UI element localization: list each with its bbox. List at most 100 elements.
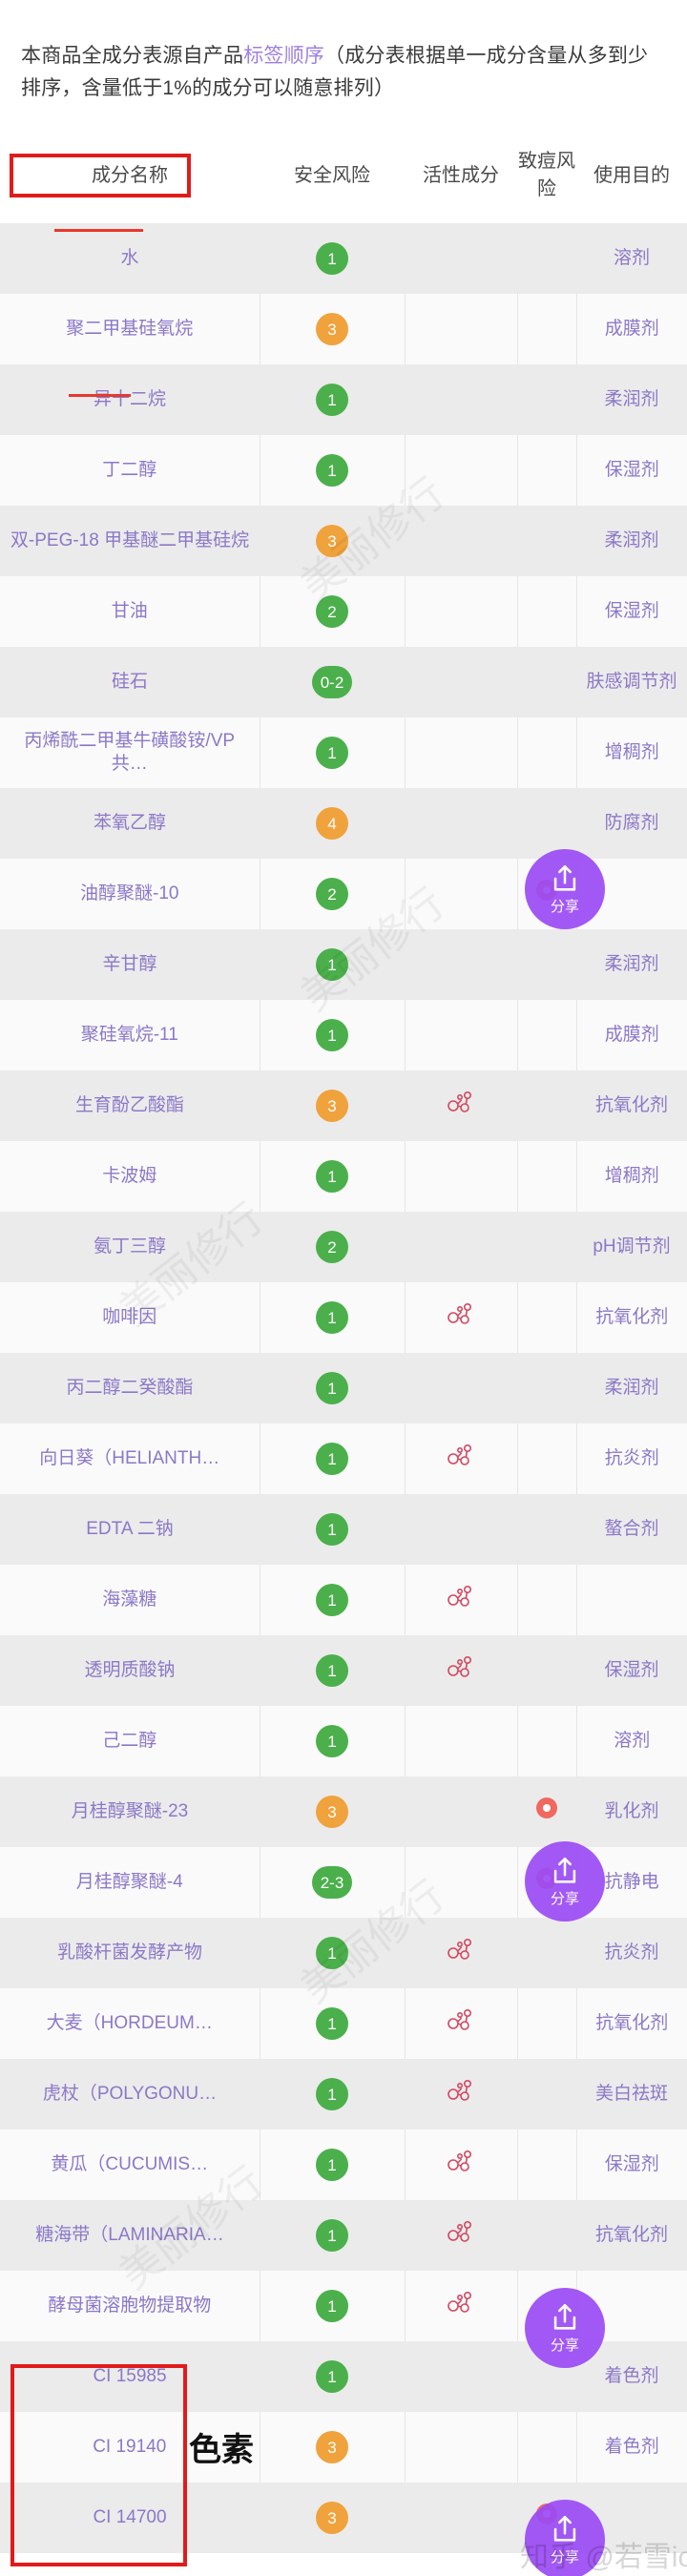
ingredient-name[interactable]: CI 14700 [0,2483,260,2554]
table-row[interactable]: 卡波姆 1 增稠剂 [0,1141,687,1213]
ingredient-name[interactable]: 乳酸杆菌发酵产物 [0,1918,260,1989]
ingredient-name[interactable]: 己二醇 [0,1706,260,1777]
usage-purpose: 螯合剂 [576,1494,687,1566]
ingredient-name[interactable]: 水 [0,223,260,295]
active-ingredient-cell [405,506,517,577]
ingredient-name[interactable]: 向日葵（HELIANTH… [0,1423,260,1495]
ingredient-name[interactable]: 甘油 [0,576,260,648]
active-ingredient-cell [404,294,517,365]
ingredient-name[interactable]: 丁二醇 [0,435,260,507]
table-row[interactable]: 生育酚乙酸酯 3 抗氧化剂 [0,1070,687,1142]
table-row[interactable]: 虎杖（POLYGONU… 1 美白祛斑 [0,2059,687,2130]
table-row[interactable]: 透明质酸钠 1 保湿剂 [0,1635,687,1707]
share-button-3[interactable]: 分享 [525,2288,605,2368]
table-row[interactable]: EDTA 二钠 1 螯合剂 [0,1494,687,1566]
table-row[interactable]: 黄瓜（CUCUMIS… 1 保湿剂 [0,2129,687,2201]
active-molecule-icon [448,1939,471,1961]
acne-risk-cell [516,1141,576,1213]
table-row[interactable]: 氨丁三醇 2 pH调节剂 [0,1212,687,1283]
active-molecule-icon [448,1586,471,1608]
ingredient-name[interactable]: 辛甘醇 [0,929,260,1001]
table-row[interactable]: 硅石 0-2 肤感调节剂 [0,647,687,718]
safety-risk-cell: 1 [259,1565,405,1636]
ingredient-name[interactable]: 油醇聚醚-10 [0,859,260,930]
active-ingredient-cell [405,2341,517,2413]
table-row[interactable]: 咖啡因 1 抗氧化剂 [0,1282,687,1354]
table-row[interactable]: 海藻糖 1 [0,1565,687,1636]
safety-badge: 1 [316,454,348,488]
safety-badge: 1 [316,1301,348,1335]
ingredient-name[interactable]: 聚二甲基硅氧烷 [0,294,260,365]
active-molecule-icon [448,1444,471,1466]
acne-risk-cell [516,1988,576,2060]
ingredient-name[interactable]: 生育酚乙酸酯 [0,1070,260,1142]
table-row[interactable]: 大麦（HORDEUM… 1 抗氧化剂 [0,1988,687,2060]
ingredient-name[interactable]: 咖啡因 [0,1282,260,1354]
table-row[interactable]: 乳酸杆菌发酵产物 1 抗炎剂 [0,1918,687,1989]
table-row[interactable]: 月桂醇聚醚-23 3 乳化剂 [0,1776,687,1848]
active-ingredient-cell [404,576,517,648]
usage-purpose: 柔润剂 [576,929,687,1001]
ingredient-name[interactable]: 海藻糖 [0,1565,260,1636]
ingredient-name[interactable]: 双-PEG-18 甲基醚二甲基硅烷 [0,506,260,577]
ingredient-name[interactable]: 硅石 [0,647,260,718]
ingredient-name[interactable]: 丙烯酰二甲基牛磺酸铵/VP 共… [0,717,260,789]
ingredient-name[interactable]: 月桂醇聚醚-23 [0,1776,260,1848]
table-row[interactable]: 双-PEG-18 甲基醚二甲基硅烷 3 柔润剂 [0,506,687,577]
safety-risk-cell: 1 [259,435,405,507]
active-ingredient-cell [405,1776,517,1848]
ingredient-name[interactable]: 丙二醇二癸酸酯 [0,1353,260,1424]
table-row[interactable]: 苯氧乙醇 4 防腐剂 [0,788,687,860]
active-molecule-icon [448,2080,471,2102]
table-row[interactable]: 聚二甲基硅氧烷 3 成膜剂 [0,294,687,365]
acne-risk-cell [516,2129,576,2201]
share-button-2[interactable]: 分享 [525,1841,605,1922]
safety-badge: 3 [316,1796,348,1829]
ingredient-name[interactable]: 酵母菌溶胞物提取物 [0,2271,260,2342]
table-row[interactable]: 异十二烷 1 柔润剂 [0,364,687,436]
table-row[interactable]: 己二醇 1 溶剂 [0,1706,687,1777]
acne-risk-cell [516,1282,576,1354]
ingredient-name[interactable]: CI 15985 [0,2341,260,2413]
table-row[interactable]: CI 19140 3 着色剂 [0,2412,687,2483]
active-ingredient-cell [405,1070,517,1142]
ingredient-name[interactable]: 氨丁三醇 [0,1212,260,1283]
safety-risk-cell: 1 [259,2271,405,2342]
table-row[interactable]: 辛甘醇 1 柔润剂 [0,929,687,1001]
safety-risk-cell: 1 [260,2059,405,2130]
table-row[interactable]: 向日葵（HELIANTH… 1 抗炎剂 [0,1423,687,1495]
ingredient-name[interactable]: CI 19140 [0,2412,260,2483]
share-button-1[interactable]: 分享 [525,849,605,929]
acne-risk-cell [517,2059,576,2130]
ingredient-name[interactable]: 异十二烷 [0,364,260,436]
safety-risk-cell: 1 [260,1494,405,1566]
ingredient-name[interactable]: 透明质酸钠 [0,1635,260,1707]
safety-badge: 1 [316,1584,348,1617]
ingredient-name[interactable]: 卡波姆 [0,1141,260,1213]
safety-risk-cell: 1 [260,1635,405,1707]
table-row[interactable]: 丙二醇二癸酸酯 1 柔润剂 [0,1353,687,1424]
ingredient-name[interactable]: 糖海带（LAMINARIA… [0,2200,260,2272]
safety-badge: 1 [316,1725,348,1758]
ingredient-name[interactable]: 虎杖（POLYGONU… [0,2059,260,2130]
table-row[interactable]: 丁二醇 1 保湿剂 [0,435,687,507]
ingredient-name[interactable]: 苯氧乙醇 [0,788,260,860]
ingredient-name[interactable]: 聚硅氧烷-11 [0,1000,260,1071]
active-ingredient-cell [404,435,517,507]
ingredient-name[interactable]: 大麦（HORDEUM… [0,1988,260,2060]
ingredient-name[interactable]: 黄瓜（CUCUMIS… [0,2129,260,2201]
column-header-active: 活性成分 [405,118,517,224]
table-row[interactable]: 丙烯酰二甲基牛磺酸铵/VP 共… 1 增稠剂 [0,717,687,789]
table-row[interactable]: 聚硅氧烷-11 1 成膜剂 [0,1000,687,1071]
usage-purpose [575,1565,687,1636]
table-row[interactable]: 水 1 溶剂 [0,223,687,295]
active-ingredient-cell [405,223,517,295]
ingredient-name[interactable]: 月桂醇聚醚-4 [0,1847,260,1919]
safety-badge: 1 [316,384,348,417]
safety-badge: 1 [316,1160,348,1194]
table-row[interactable]: 糖海带（LAMINARIA… 1 抗氧化剂 [0,2200,687,2272]
ingredient-table: 成分名称 安全风险 活性成分 致痘风险 使用目的 水 1 溶剂 聚二甲基硅氧烷 3 成膜剂… [0,118,687,2554]
share-button-4[interactable]: 分享 [525,2500,605,2576]
ingredient-name[interactable]: EDTA 二钠 [0,1494,260,1566]
table-row[interactable]: 甘油 2 保湿剂 [0,576,687,648]
